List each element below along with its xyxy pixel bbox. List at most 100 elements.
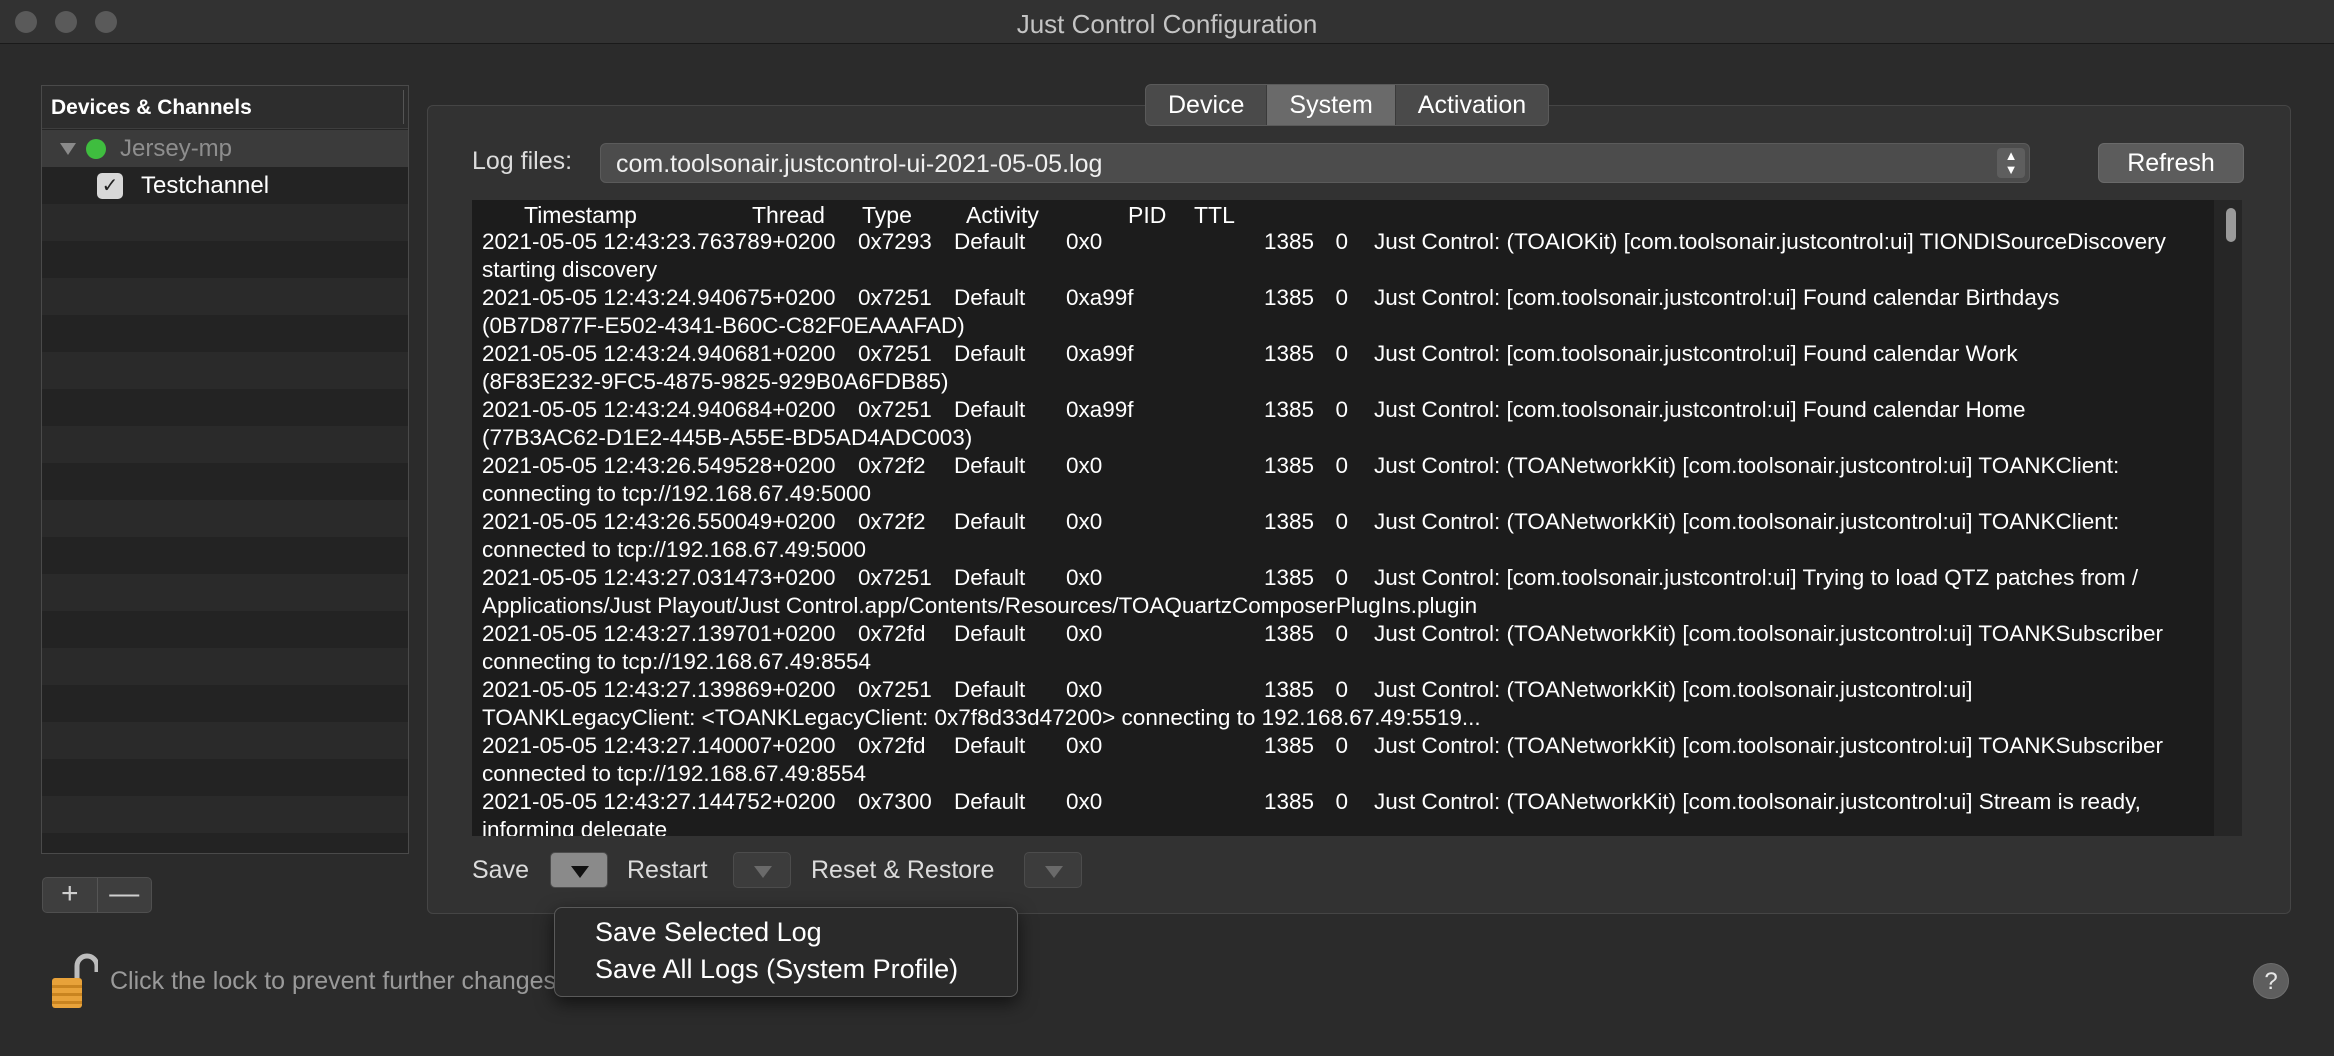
log-message-continuation: connecting to tcp://192.168.67.49:5000 <box>482 481 872 506</box>
restart-dropdown-button[interactable] <box>733 852 791 888</box>
tab-activation[interactable]: Activation <box>1394 85 1548 125</box>
help-button[interactable]: ? <box>2253 963 2289 999</box>
channel-label: Testchannel <box>141 171 270 199</box>
log-row[interactable]: 2021-05-05 12:43:26.550049+0200 0x72f2 Def… <box>482 508 2206 564</box>
channel-checkbox[interactable]: ✓ <box>97 172 123 199</box>
menu-item-save-selected-log[interactable]: Save Selected Log <box>595 917 822 948</box>
log-activity: 0xa99f <box>1066 285 1134 310</box>
log-timestamp: 2021-05-05 12:43:27.139701+0200 <box>482 621 836 646</box>
refresh-button[interactable]: Refresh <box>2098 143 2244 183</box>
column-ttl[interactable]: TTL <box>1194 202 1235 229</box>
log-file-value: com.toolsonair.justcontrol-ui-2021-05-05… <box>616 150 1103 178</box>
sidebar-item-device[interactable]: Jersey-mp <box>42 130 408 167</box>
log-pid: 1385 <box>1263 733 1314 758</box>
log-message-continuation: TOANKLegacyClient: <TOANKLegacyClient: 0… <box>482 705 1481 730</box>
log-row[interactable]: 2021-05-05 12:43:24.940684+0200 0x7251 Def… <box>482 396 2206 452</box>
log-type: Default <box>954 397 1026 422</box>
log-ttl: 0 <box>1335 397 1348 422</box>
column-type[interactable]: Type <box>862 202 912 229</box>
tab-system[interactable]: System <box>1266 85 1395 125</box>
add-button[interactable]: + <box>43 878 97 912</box>
log-row[interactable]: 2021-05-05 12:43:27.140007+0200 0x72fd Def… <box>482 732 2206 788</box>
reset-restore-label: Reset & Restore <box>811 856 995 884</box>
log-message: Just Control: (TOANetworkKit) [com.tools… <box>1374 621 2164 646</box>
log-pid: 1385 <box>1263 229 1314 254</box>
log-timestamp: 2021-05-05 12:43:24.940681+0200 <box>482 341 836 366</box>
log-ttl: 0 <box>1335 453 1348 478</box>
log-row[interactable]: 2021-05-05 12:43:23.763789+0200 0x7293 Def… <box>482 228 2206 284</box>
log-activity: 0x0 <box>1066 565 1103 590</box>
log-table[interactable]: Timestamp Thread Type Activity PID TTL 2… <box>472 200 2226 836</box>
log-timestamp: 2021-05-05 12:43:27.140007+0200 <box>482 733 836 758</box>
log-row[interactable]: 2021-05-05 12:43:27.144752+0200 0x7300 Def… <box>482 788 2206 836</box>
log-type: Default <box>954 285 1026 310</box>
remove-button[interactable]: — <box>96 878 152 912</box>
log-thread: 0x72f2 <box>858 509 926 534</box>
log-timestamp: 2021-05-05 12:43:27.144752+0200 <box>482 789 836 814</box>
log-pid: 1385 <box>1263 453 1314 478</box>
log-scrollbar[interactable] <box>2214 200 2242 836</box>
save-label: Save <box>472 856 529 884</box>
sidebar-header: Devices & Channels <box>42 86 408 129</box>
column-activity[interactable]: Activity <box>966 202 1039 229</box>
log-activity: 0x0 <box>1066 453 1103 478</box>
log-timestamp: 2021-05-05 12:43:24.940684+0200 <box>482 397 836 422</box>
log-type: Default <box>954 733 1026 758</box>
log-thread: 0x7251 <box>858 341 932 366</box>
log-row[interactable]: 2021-05-05 12:43:26.549528+0200 0x72f2 Def… <box>482 452 2206 508</box>
sidebar-item-channel[interactable]: ✓ Testchannel <box>42 167 408 204</box>
disclosure-triangle-icon[interactable] <box>60 142 76 155</box>
sidebar-rows: Jersey-mp ✓ Testchannel <box>42 130 408 853</box>
log-message-continuation: (0B7D877F-E502-4341-B60C-C82F0EAAAFAD) <box>482 313 965 338</box>
tab-device[interactable]: Device <box>1146 85 1266 125</box>
chevron-down-icon <box>754 866 772 878</box>
menu-item-save-all-logs[interactable]: Save All Logs (System Profile) <box>595 954 958 985</box>
log-message-continuation: (77B3AC62-D1E2-445B-A55E-BD5AD4ADC003) <box>482 425 973 450</box>
reset-restore-dropdown-button[interactable] <box>1024 852 1082 888</box>
log-ttl: 0 <box>1335 509 1348 534</box>
log-timestamp: 2021-05-05 12:43:24.940675+0200 <box>482 285 836 310</box>
log-thread: 0x7300 <box>858 789 932 814</box>
log-activity: 0x0 <box>1066 621 1103 646</box>
log-timestamp: 2021-05-05 12:43:23.763789+0200 <box>482 229 836 254</box>
log-row[interactable]: 2021-05-05 12:43:27.139869+0200 0x7251 Def… <box>482 676 2206 732</box>
log-ttl: 0 <box>1335 565 1348 590</box>
log-message: Just Control: [com.toolsonair.justcontro… <box>1374 341 2018 366</box>
log-message: Just Control: (TOANetworkKit) [com.tools… <box>1374 733 2164 758</box>
log-message: Just Control: (TOAIOKit) [com.toolsonair… <box>1374 229 2166 254</box>
log-type: Default <box>954 341 1026 366</box>
log-message: Just Control: [com.toolsonair.justcontro… <box>1374 565 2139 590</box>
log-row[interactable]: 2021-05-05 12:43:24.940681+0200 0x7251 Def… <box>482 340 2206 396</box>
log-file-select[interactable]: com.toolsonair.justcontrol-ui-2021-05-05… <box>600 143 2030 183</box>
column-timestamp[interactable]: Timestamp <box>524 202 637 229</box>
status-dot-icon <box>86 138 106 159</box>
log-ttl: 0 <box>1335 677 1348 702</box>
log-thread: 0x7293 <box>858 229 932 254</box>
chevron-down-icon <box>1045 866 1063 878</box>
log-files-label: Log files: <box>472 147 573 175</box>
log-type: Default <box>954 229 1026 254</box>
log-pid: 1385 <box>1263 621 1314 646</box>
log-thread: 0x7251 <box>858 565 932 590</box>
lock-hint-text: Click the lock to prevent further change… <box>110 967 564 995</box>
log-row[interactable]: 2021-05-05 12:43:27.139701+0200 0x72fd Def… <box>482 620 2206 676</box>
log-ttl: 0 <box>1335 285 1348 310</box>
column-pid[interactable]: PID <box>1128 202 1166 229</box>
unlocked-padlock-icon[interactable] <box>50 952 98 1010</box>
log-thread: 0x72fd <box>858 733 926 758</box>
log-row[interactable]: 2021-05-05 12:43:27.031473+0200 0x7251 Def… <box>482 564 2206 620</box>
devices-channels-list[interactable]: Devices & Channels Jersey-mp ✓ Testchann… <box>41 85 409 854</box>
column-thread[interactable]: Thread <box>752 202 825 229</box>
save-dropdown-button[interactable] <box>550 852 608 888</box>
log-thread: 0x7251 <box>858 677 932 702</box>
scroll-thumb[interactable] <box>2226 208 2236 242</box>
log-timestamp: 2021-05-05 12:43:26.550049+0200 <box>482 509 836 534</box>
log-row[interactable]: 2021-05-05 12:43:24.940675+0200 0x7251 Def… <box>482 284 2206 340</box>
log-table-header: Timestamp Thread Type Activity PID TTL <box>472 200 2226 228</box>
log-pid: 1385 <box>1263 285 1314 310</box>
log-activity: 0x0 <box>1066 789 1103 814</box>
log-pid: 1385 <box>1263 565 1314 590</box>
log-message-continuation: Applications/Just Playout/Just Control.a… <box>482 593 1478 618</box>
log-message-continuation: starting discovery <box>482 257 658 282</box>
log-message-continuation: connected to tcp://192.168.67.49:8554 <box>482 761 867 786</box>
